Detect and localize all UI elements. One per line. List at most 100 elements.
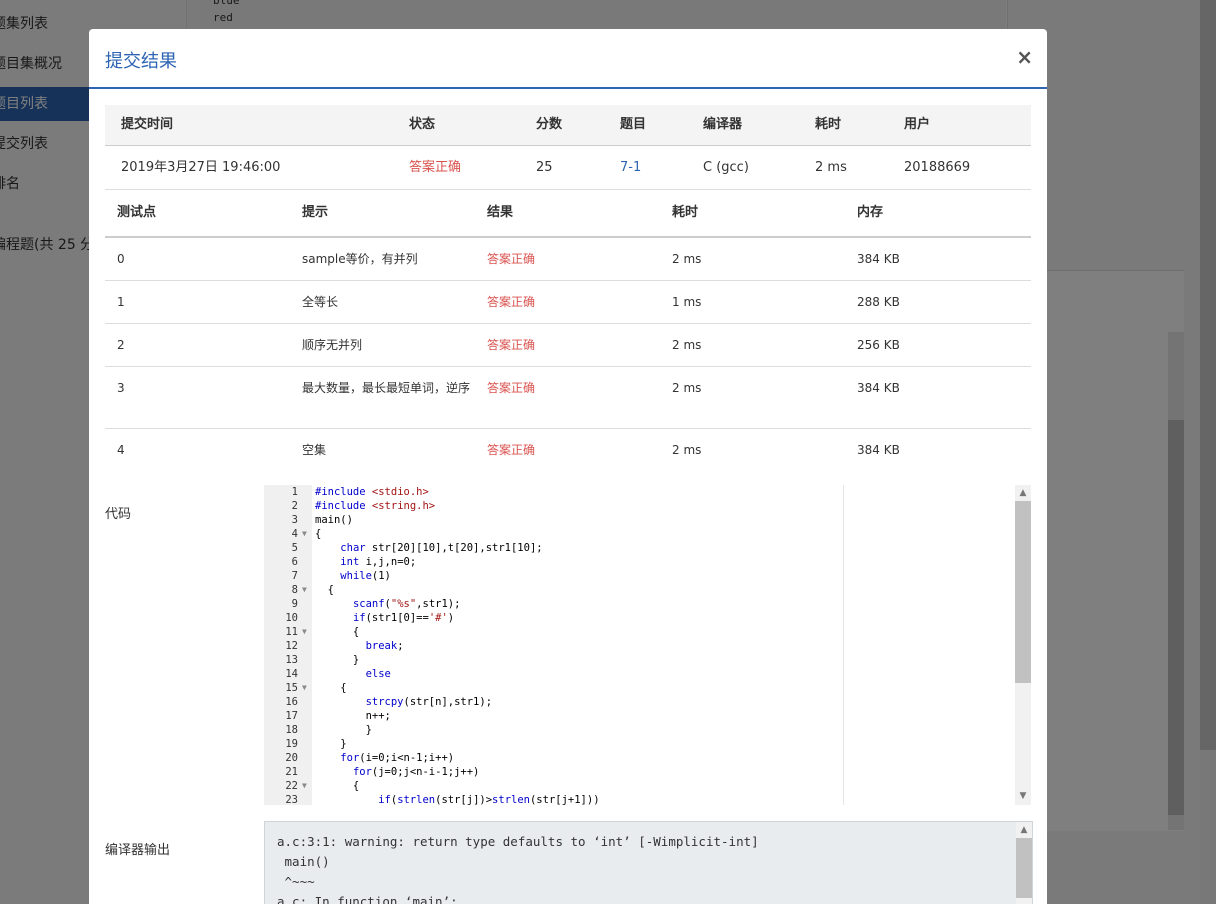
line-number: 21 — [285, 766, 298, 778]
compiler-scrollbar[interactable]: ▲ — [1016, 822, 1032, 904]
case-id: 2 — [117, 338, 125, 352]
case-hint: 最大数量，最长最短单词，逆序 — [302, 381, 471, 395]
code-text: while(1) — [340, 570, 391, 582]
case-result: 答案正确 — [487, 295, 536, 309]
score: 25 — [536, 160, 553, 175]
column-header: 耗时 — [815, 117, 842, 132]
submission-summary-table: 提交时间 状态 分数 题目 编译器 耗时 用户 2019年3月27日 19:46… — [105, 105, 1031, 190]
code-text: for(j=0;j<n-i-1;j++) — [352, 766, 480, 778]
line-number: 4 — [291, 528, 298, 540]
table-row: 0 sample等价，有并列 答案正确 2 ms 384 KB — [105, 238, 1031, 281]
line-number: 7 — [291, 570, 298, 582]
compiler-output-label: 编译器输出 — [105, 843, 171, 858]
case-memory: 384 KB — [857, 443, 900, 457]
code-text: if(strlen(str[j])>strlen(str[j+1])) — [378, 794, 600, 805]
code-scrollbar-thumb[interactable] — [1015, 501, 1031, 683]
scroll-up-icon[interactable]: ▲ — [1016, 823, 1032, 837]
user: 20188669 — [904, 160, 971, 175]
code-text: { — [315, 626, 360, 638]
code-text: } — [315, 654, 360, 666]
code-text: { — [315, 584, 334, 596]
case-time: 2 ms — [672, 381, 702, 395]
fold-toggle-icon[interactable]: ▼ — [302, 583, 307, 597]
scroll-up-icon[interactable]: ▲ — [1015, 486, 1031, 500]
code-text: } — [315, 724, 372, 736]
code-text: for(i=0;i<n-1;i++) — [340, 752, 455, 764]
code-text: if(str1[0]=='#') — [352, 612, 455, 624]
code-text: scanf("%s",str1); — [352, 598, 461, 610]
column-header: 耗时 — [672, 205, 699, 220]
case-hint: 空集 — [302, 443, 327, 457]
fold-toggle-icon[interactable]: ▼ — [302, 681, 307, 695]
column-header: 编译器 — [703, 117, 743, 132]
code-label: 代码 — [105, 507, 132, 522]
case-hint: sample等价，有并列 — [302, 252, 418, 266]
table-row: 4 空集 答案正确 2 ms 384 KB — [105, 429, 1031, 471]
submit-time: 2019年3月27日 19:46:00 — [121, 160, 281, 175]
case-time: 2 ms — [672, 443, 702, 457]
line-number: 11 — [285, 626, 298, 638]
modal-header: 提交结果 × — [89, 29, 1047, 89]
compiler-scrollbar-thumb[interactable] — [1016, 838, 1032, 898]
test-case-table: 测试点 提示 结果 耗时 内存 0 sample等价，有并列 答案正确 2 ms… — [105, 190, 1031, 471]
column-header: 提示 — [302, 205, 329, 220]
case-memory: 288 KB — [857, 295, 900, 309]
line-number: 3 — [291, 514, 298, 526]
compiler-output[interactable]: a.c:3:1: warning: return type defaults t… — [264, 821, 1033, 904]
line-number: 10 — [285, 612, 298, 624]
code-scrollbar[interactable]: ▲ ▼ — [1015, 485, 1031, 805]
line-number: 18 — [285, 724, 298, 736]
elapsed-time: 2 ms — [815, 160, 847, 175]
case-time: 2 ms — [672, 338, 702, 352]
case-result: 答案正确 — [487, 252, 536, 266]
code-text: int i,j,n=0; — [340, 556, 417, 568]
case-memory: 384 KB — [857, 252, 900, 266]
fold-toggle-icon[interactable]: ▼ — [302, 527, 307, 541]
case-result: 答案正确 — [487, 381, 536, 395]
line-number: 14 — [285, 668, 298, 680]
line-number: 8 — [291, 584, 298, 596]
table-row: 2019年3月27日 19:46:00 答案正确 25 7-1 C (gcc) … — [105, 146, 1031, 190]
print-margin — [843, 485, 844, 805]
column-header: 结果 — [487, 205, 514, 220]
scroll-down-icon[interactable]: ▼ — [1015, 789, 1031, 803]
line-number: 2 — [291, 500, 298, 512]
close-button[interactable]: × — [1016, 45, 1033, 69]
case-result: 答案正确 — [487, 443, 536, 457]
line-number: 9 — [291, 598, 298, 610]
modal-title: 提交结果 — [105, 51, 177, 72]
code-editor[interactable]: 1 #include <stdio.h> 2 #include <string.h> 3… — [264, 485, 1031, 805]
case-result: 答案正确 — [487, 338, 536, 352]
case-time: 2 ms — [672, 252, 702, 266]
case-hint: 全等长 — [302, 295, 339, 309]
code-text: break; — [365, 640, 404, 652]
code-text: strcpy(str[n],str1); — [365, 696, 493, 708]
code-text: #include <stdio.h> — [315, 486, 429, 498]
line-number: 17 — [285, 710, 298, 722]
code-text: main() — [315, 514, 353, 526]
line-number: 5 — [291, 542, 298, 554]
status-badge: 答案正确 — [409, 160, 462, 175]
case-memory: 384 KB — [857, 381, 900, 395]
code-text: #include <string.h> — [315, 500, 436, 512]
compiler-output-text: a.c:3:1: warning: return type defaults t… — [277, 834, 759, 904]
compiler: C (gcc) — [703, 160, 749, 175]
fold-toggle-icon[interactable]: ▼ — [302, 779, 307, 793]
case-id: 4 — [117, 443, 125, 457]
submission-result-modal: 提交结果 × 提交时间 状态 分数 题目 编译器 耗时 用户 2019年3月27… — [89, 29, 1047, 904]
code-text: char str[20][10],t[20],str1[10]; — [340, 542, 543, 554]
column-header: 用户 — [904, 117, 931, 132]
case-id: 1 — [117, 295, 125, 309]
case-hint: 顺序无并列 — [302, 338, 363, 352]
table-row: 2 顺序无并列 答案正确 2 ms 256 KB — [105, 324, 1031, 367]
column-header: 状态 — [409, 117, 436, 132]
line-number: 16 — [285, 696, 298, 708]
line-number: 22 — [285, 780, 298, 792]
table-header: 提交时间 状态 分数 题目 编译器 耗时 用户 — [105, 105, 1031, 146]
code-text: } — [315, 738, 347, 750]
fold-toggle-icon[interactable]: ▼ — [302, 625, 307, 639]
line-number: 19 — [285, 738, 298, 750]
case-memory: 256 KB — [857, 338, 900, 352]
line-number: 12 — [285, 640, 298, 652]
problem-link[interactable]: 7-1 — [620, 146, 641, 189]
